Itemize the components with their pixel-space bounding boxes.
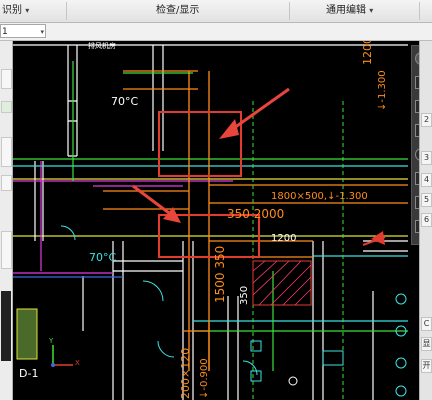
ribbon-header: 识别 ▾ 检查/显示 通用编辑 ▾ <box>0 0 432 23</box>
right-panel-item[interactable]: 6 <box>421 213 432 227</box>
chevron-down-icon: ▾ <box>40 28 44 36</box>
ribbon-divider <box>419 2 420 20</box>
preview-thumbnail <box>1 291 11 361</box>
axis-x-label: X <box>75 359 80 367</box>
navigation-toolbar <box>411 45 419 245</box>
right-panel-item[interactable]: 5 <box>421 193 432 207</box>
right-panel-item[interactable]: 开 <box>421 359 432 373</box>
search-icon[interactable] <box>1 101 12 113</box>
grid-lines <box>252 101 344 400</box>
plumbing-fixtures <box>250 293 407 397</box>
right-panel-item[interactable]: 4 <box>421 173 432 187</box>
duct-size-label: 1200×300 <box>361 41 374 65</box>
temperature-label: 70°C <box>111 95 139 108</box>
room-label: 排风机房 <box>88 42 116 50</box>
elevation-label: ↓-1.300 <box>377 70 388 111</box>
hatched-room <box>252 260 312 306</box>
axis-gizmo-icon: X Y <box>49 337 83 371</box>
cad-drawing-canvas[interactable]: 排风机房 70°C 70°C 1800×500,↓-1.300 350 2000… <box>13 41 419 400</box>
ribbon-group-check-display-label: 检查/显示 <box>156 5 200 16</box>
ducts <box>103 70 408 371</box>
legend-swatch <box>16 308 38 360</box>
left-panel-tab[interactable] <box>1 137 12 167</box>
right-panel-item[interactable]: 显 <box>421 337 432 351</box>
floor-selector[interactable]: 1 ▾ <box>0 24 46 38</box>
ribbon-group-general-edit[interactable]: 通用编辑 ▾ <box>326 0 373 22</box>
right-panel: 2 3 4 5 6 C 显 开 <box>419 41 432 400</box>
floor-selector-value: 1 <box>2 27 8 37</box>
axis-y-label: Y <box>49 337 54 345</box>
dropdown-arrow-icon: ▾ <box>25 6 30 15</box>
drawing-tag: D-1 <box>19 367 39 380</box>
dropdown-arrow-icon: ▾ <box>369 6 374 15</box>
elevation-label: ↓-0.900 <box>199 358 210 399</box>
right-panel-item[interactable]: 3 <box>421 151 432 165</box>
left-panel <box>0 41 13 400</box>
dimension-label: 1200 <box>271 233 297 244</box>
secondary-toolbar: 1 ▾ <box>0 23 432 41</box>
left-panel-tab[interactable] <box>1 175 12 191</box>
temperature-label: 70°C <box>89 251 117 264</box>
ribbon-group-recognize-label: 识别 <box>2 5 22 16</box>
left-panel-tab[interactable] <box>1 231 12 269</box>
duct-size-label: 200×120 <box>179 347 192 399</box>
ribbon-group-check-display[interactable]: 检查/显示 <box>156 0 199 22</box>
left-panel-tab[interactable] <box>1 69 12 89</box>
ribbon-group-general-edit-label: 通用编辑 <box>326 5 366 16</box>
ribbon-group-recognize[interactable]: 识别 ▾ <box>2 0 29 22</box>
dimension-label: 350 <box>239 285 250 305</box>
ribbon-divider <box>66 2 67 20</box>
duct-size-label: 1500 350 <box>213 245 227 303</box>
duct-size-label: 1800×500,↓-1.300 <box>271 191 368 202</box>
right-panel-item[interactable]: 2 <box>421 113 432 127</box>
ribbon-divider <box>289 2 290 20</box>
duct-size-label: 350 2000 <box>227 207 285 221</box>
right-panel-item[interactable]: C <box>421 317 432 331</box>
